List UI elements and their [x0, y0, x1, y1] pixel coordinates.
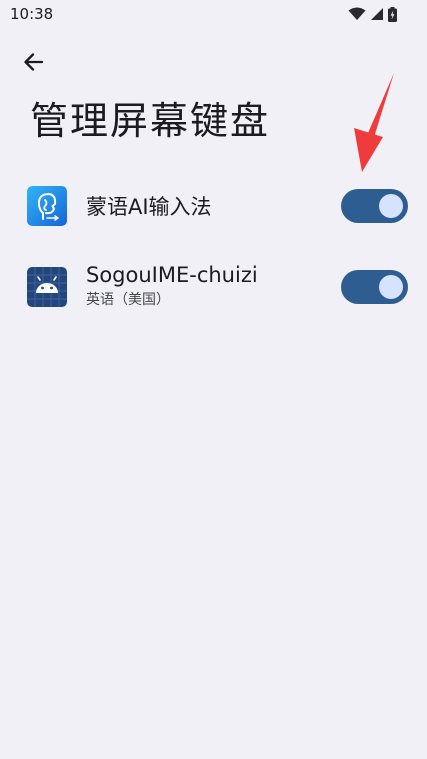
arrow-left-icon — [24, 53, 44, 71]
keyboard-text: SogouIME-chuizi 英语（美国） — [86, 263, 258, 309]
keyboard-item-sogou[interactable]: SogouIME-chuizi 英语（美国） — [0, 258, 427, 316]
battery-icon — [388, 6, 397, 22]
android-robot-icon — [27, 267, 67, 307]
keyboard-toggle-mongol-ai[interactable] — [341, 189, 408, 223]
keyboard-toggle-sogou[interactable] — [341, 270, 408, 304]
back-button[interactable] — [16, 46, 50, 80]
page-title: 管理屏幕键盘 — [30, 99, 271, 143]
mongol-ime-icon — [27, 186, 67, 226]
signal-icon — [371, 8, 383, 20]
keyboard-text: 蒙语AI输入法 — [86, 191, 212, 221]
status-icons — [348, 6, 397, 22]
keyboard-name: 蒙语AI输入法 — [86, 195, 212, 219]
toggle-thumb — [379, 275, 403, 299]
keyboard-name: SogouIME-chuizi — [86, 263, 258, 287]
toggle-thumb — [379, 194, 403, 218]
keyboard-language: 英语（美国） — [86, 292, 170, 308]
status-bar: 10:38 — [0, 0, 427, 30]
keyboard-item-mongol-ai[interactable]: 蒙语AI输入法 — [0, 180, 427, 232]
status-time: 10:38 — [10, 5, 54, 23]
wifi-icon — [348, 7, 366, 20]
annotation-arrow-icon — [354, 73, 394, 172]
